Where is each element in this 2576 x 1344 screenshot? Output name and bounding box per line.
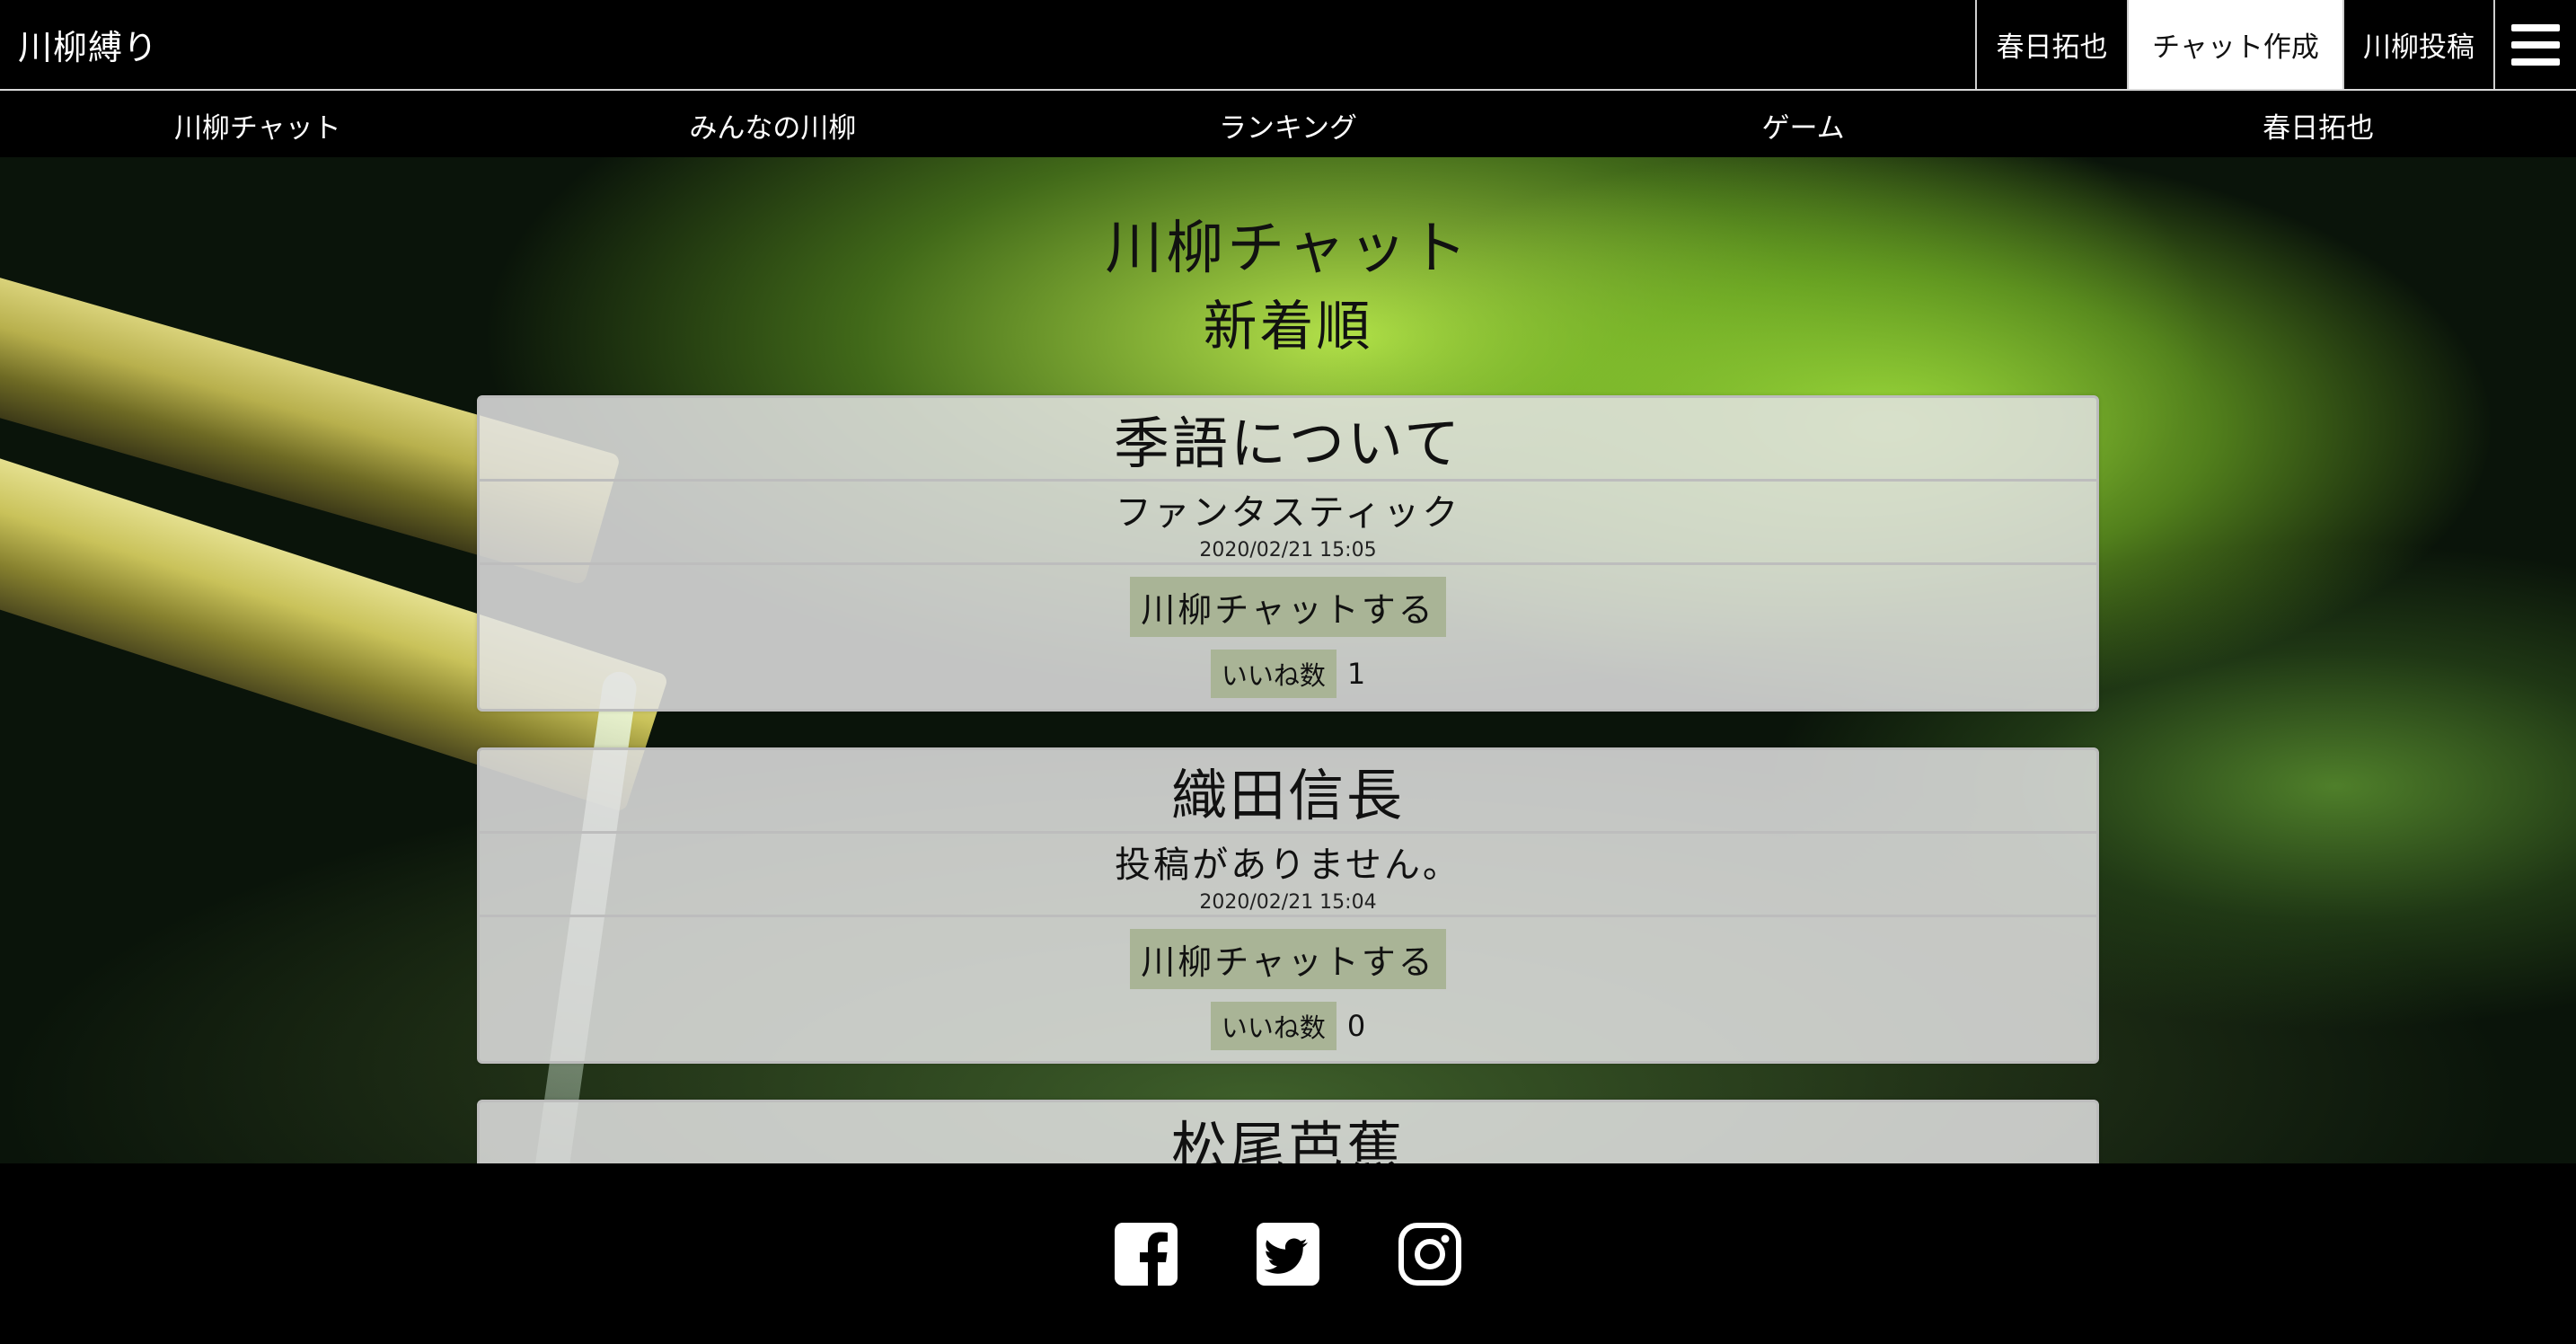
chat-card: 織田信長 投稿がありません。 2020/02/21 15:04 川柳チャットする…: [477, 747, 2099, 1064]
chat-title[interactable]: 季語について: [480, 398, 2096, 482]
instagram-icon[interactable]: [1398, 1222, 1461, 1286]
twitter-icon[interactable]: [1257, 1222, 1319, 1286]
user-button[interactable]: 春日拓也: [1975, 0, 2127, 89]
sort-label: 新着順: [1203, 296, 1373, 358]
nav-ranking[interactable]: ランキング: [1030, 93, 1546, 157]
footer: [0, 1163, 2576, 1344]
chat-title[interactable]: 松尾芭蕉: [480, 1102, 2096, 1163]
latest-post-text: 投稿がありません。: [1115, 844, 1461, 886]
nav-game[interactable]: ゲーム: [1546, 93, 2061, 157]
facebook-icon[interactable]: [1115, 1222, 1178, 1286]
top-header: 川柳縛り 春日拓也 チャット作成 川柳投稿: [0, 0, 2576, 91]
nav-user[interactable]: 春日拓也: [2060, 93, 2576, 157]
likes-row: いいね数 1: [1210, 649, 1366, 698]
chat-latest: ファンタスティック 2020/02/21 15:05: [480, 482, 2096, 565]
page-title: 川柳チャット: [1105, 216, 1471, 282]
main-nav: 川柳チャット みんなの川柳 ランキング ゲーム 春日拓也: [0, 93, 2576, 157]
like-button[interactable]: いいね数: [1210, 1001, 1337, 1050]
nav-everyone-senryu[interactable]: みんなの川柳: [516, 93, 1031, 157]
menu-icon[interactable]: [2493, 0, 2576, 89]
post-date: 2020/02/21 15:05: [1199, 538, 1377, 561]
site-logo[interactable]: 川柳縛り: [0, 20, 1975, 69]
main-content: 川柳チャット 新着順 季語について ファンタスティック 2020/02/21 1…: [0, 157, 2576, 1163]
senryu-chat-button[interactable]: 川柳チャットする: [1130, 928, 1446, 989]
chat-latest: 投稿がありません。 2020/02/21 15:04: [480, 834, 2096, 917]
header-actions: 春日拓也 チャット作成 川柳投稿: [1975, 0, 2576, 89]
post-senryu-button[interactable]: 川柳投稿: [2342, 0, 2493, 89]
like-count: 1: [1346, 656, 1366, 691]
post-date: 2020/02/21 15:04: [1199, 890, 1377, 914]
chat-actions: 川柳チャットする いいね数 1: [480, 565, 2096, 709]
chat-title[interactable]: 織田信長: [480, 750, 2096, 834]
nav-senryu-chat[interactable]: 川柳チャット: [0, 93, 516, 157]
latest-post-text: ファンタスティック: [1115, 491, 1461, 534]
create-chat-button[interactable]: チャット作成: [2127, 0, 2342, 89]
like-button[interactable]: いいね数: [1210, 649, 1337, 698]
senryu-chat-button[interactable]: 川柳チャットする: [1130, 576, 1446, 637]
likes-row: いいね数 0: [1210, 1001, 1366, 1050]
like-count: 0: [1346, 1008, 1366, 1043]
chat-card: 松尾芭蕉: [477, 1100, 2099, 1163]
chat-card: 季語について ファンタスティック 2020/02/21 15:05 川柳チャット…: [477, 395, 2099, 712]
chat-actions: 川柳チャットする いいね数 0: [480, 917, 2096, 1061]
